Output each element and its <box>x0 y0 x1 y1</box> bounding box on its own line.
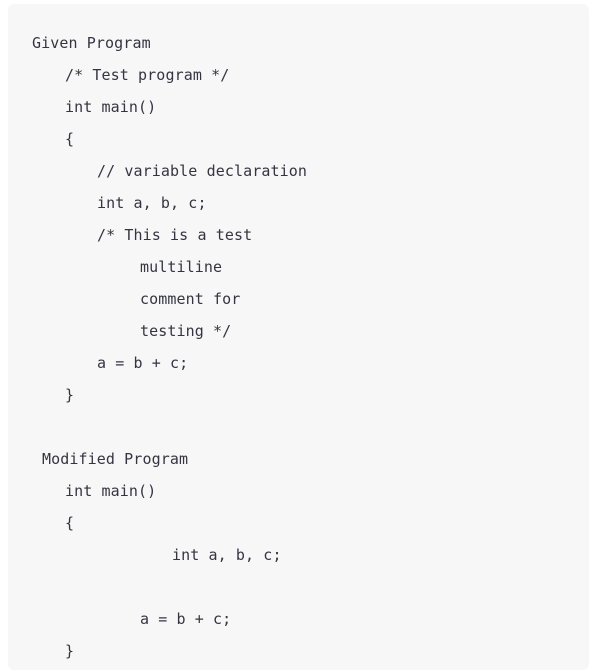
given-program-heading: Given Program <box>32 34 151 52</box>
code-line-given-9: testing */ <box>140 322 232 340</box>
code-line-given-4: // variable declaration <box>97 162 308 180</box>
code-line-modified-5: } <box>65 642 75 660</box>
code-line-modified-3: int a, b, c; <box>172 546 282 564</box>
code-line-given-5: int a, b, c; <box>97 194 207 212</box>
code-line-given-1: /* Test program */ <box>65 66 230 84</box>
code-line-given-10: a = b + c; <box>97 354 189 372</box>
modified-program-heading: Modified Program <box>42 450 189 468</box>
code-line-given-2: int main() <box>65 98 157 116</box>
code-line-modified-1: int main() <box>65 482 157 500</box>
code-line-given-6: /* This is a test <box>97 226 253 244</box>
code-line-given-3: { <box>65 130 75 148</box>
code-line-given-11: } <box>65 386 75 404</box>
code-line-given-7: multiline <box>140 258 223 276</box>
code-block: Given Program /* Test program */ int mai… <box>8 4 589 670</box>
code-line-modified-4: a = b + c; <box>140 610 232 628</box>
code-line-given-8: comment for <box>140 290 241 308</box>
code-line-modified-2: { <box>65 514 75 532</box>
